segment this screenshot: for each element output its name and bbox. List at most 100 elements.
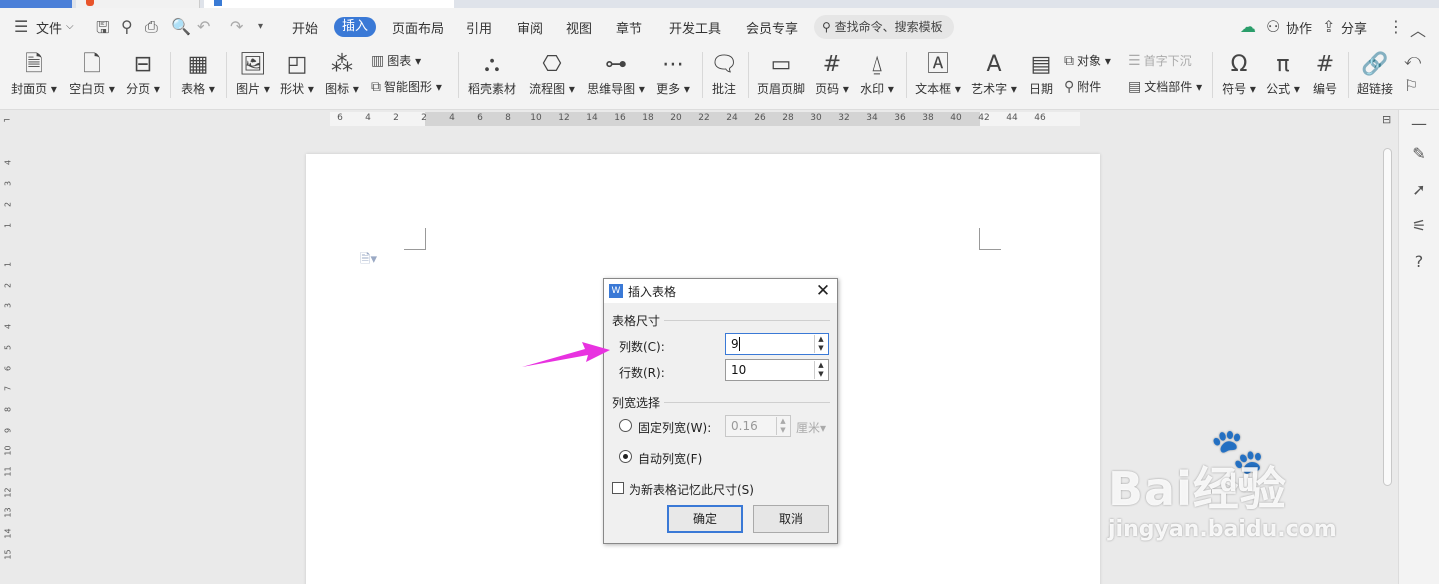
pi-icon: π [1276, 52, 1290, 77]
minus-icon[interactable]: — [1409, 114, 1429, 134]
shape-button[interactable]: ◰ 形状 ▾ [278, 46, 316, 104]
object-button[interactable]: ⧉ 对象 ▾ [1064, 52, 1111, 69]
vertical-scrollbar[interactable] [1380, 130, 1394, 584]
tab-view[interactable]: 视图 [566, 18, 592, 37]
hyperlink-button[interactable]: 🔗 超链接 [1354, 46, 1396, 104]
chart-button[interactable]: ▥ 图表 ▾ [371, 52, 421, 69]
scrollbar-thumb[interactable] [1383, 148, 1392, 486]
material-label: 稻壳素材 [467, 82, 516, 96]
page-break-icon: ⊟ [133, 52, 153, 77]
formula-button[interactable]: π 公式 ▾ [1264, 46, 1302, 104]
mindmap-button[interactable]: ⊶ 思维导图 ▾ [586, 46, 646, 104]
settings-sliders-icon[interactable]: ⚟ [1409, 216, 1429, 236]
rows-value[interactable]: 10 [731, 363, 746, 377]
close-icon[interactable]: ✕ [814, 281, 832, 301]
undo-icon[interactable]: ↶ [197, 17, 210, 36]
textbox-button[interactable]: 🄰 文本框 ▾ [914, 46, 962, 104]
spin-down-icon[interactable]: ▼ [815, 370, 827, 379]
unit-dropdown[interactable]: 厘米▾ [796, 419, 826, 436]
collab-button[interactable]: 协作 [1286, 18, 1312, 37]
cancel-button[interactable]: 取消 [753, 505, 829, 533]
tab-chapter[interactable]: 章节 [616, 18, 642, 37]
auto-width-radio[interactable] [619, 450, 632, 463]
cursor-icon[interactable]: ➚ [1409, 180, 1429, 200]
doc-parts-button[interactable]: ▤ 文档部件 ▾ [1128, 78, 1202, 95]
spin-down-icon[interactable]: ▼ [815, 344, 827, 353]
table-button[interactable]: ▦ 表格 ▾ [178, 46, 218, 104]
attachment-button[interactable]: ⚲ 附件 [1064, 78, 1101, 95]
fixed-width-value[interactable]: 0.16 [731, 419, 758, 433]
symbol-button[interactable]: Ω 符号 ▾ [1220, 46, 1258, 104]
split-view-icon[interactable]: ⊟ [1382, 113, 1391, 126]
icon-button[interactable]: ⁂ 图标 ▾ [322, 46, 362, 104]
material-button[interactable]: ⛬ 稻壳素材 [466, 46, 518, 104]
hamburger-icon[interactable]: ☰ [14, 17, 28, 36]
print-preview-icon[interactable]: 🔍 [171, 17, 191, 36]
collapse-ribbon-icon[interactable]: ︿ [1410, 17, 1426, 41]
spin-up-icon[interactable]: ▲ [777, 417, 789, 426]
columns-value[interactable]: 9 [731, 337, 739, 351]
print-icon[interactable]: ⎙ [145, 17, 158, 37]
horizontal-ruler[interactable]: 6 4 2 2 4 6 8 10 12 14 16 18 20 22 24 26 28 30 32 34 36 38 40 4… [0, 110, 1400, 130]
spin-up-icon[interactable]: ▲ [815, 361, 827, 370]
spin-up-icon[interactable]: ▲ [815, 335, 827, 344]
tab-home[interactable]: 开始 [292, 18, 318, 37]
numbering-button[interactable]: # 编号 [1308, 46, 1342, 104]
picture-button[interactable]: 🖼 图片 ▾ [234, 46, 272, 104]
dialog-title-bar[interactable]: W 插入表格 ✕ [604, 279, 837, 303]
help-icon[interactable]: ? [1409, 252, 1429, 272]
share-button[interactable]: 分享 [1341, 18, 1367, 37]
wps-tab[interactable] [76, 0, 200, 8]
dialog-title: 插入表格 [628, 285, 677, 299]
ruler-tick-label: 32 [838, 113, 850, 123]
rows-stepper[interactable]: 10 ▲ ▼ [725, 359, 829, 381]
more-button[interactable]: ⋯ 更多 ▾ [654, 46, 692, 104]
more-options-icon[interactable]: ⋮ [1388, 17, 1404, 36]
date-button[interactable]: ▤ 日期 [1026, 46, 1056, 104]
flowchart-button[interactable]: ⎔ 流程图 ▾ [528, 46, 576, 104]
redo-icon[interactable]: ↷ [230, 17, 243, 36]
page-number-button[interactable]: # 页码 ▾ [814, 46, 850, 104]
dropcap-button[interactable]: ☰ 首字下沉 [1128, 52, 1192, 69]
format-painter-icon[interactable]: ⚲ [121, 17, 133, 36]
bookmark-icon[interactable]: ⚐ [1404, 76, 1418, 95]
chevron-down-icon[interactable]: ⌵ [66, 21, 74, 32]
table-icon: ▦ [187, 52, 209, 77]
tab-member[interactable]: 会员专享 [746, 18, 798, 37]
file-menu[interactable]: 文件 [36, 18, 62, 37]
vertical-ruler-tick-label: 10 [3, 445, 13, 456]
ruler-tick-label: 40 [950, 113, 962, 123]
watermark-button[interactable]: ⍙ 水印 ▾ [858, 46, 896, 104]
save-icon[interactable]: 🖫 [96, 17, 110, 44]
cloud-sync-icon[interactable]: ☁ [1240, 17, 1256, 36]
tab-page-layout[interactable]: 页面布局 [392, 18, 444, 37]
smartart-button[interactable]: ⧉ 智能图形 ▾ [371, 78, 442, 95]
wps-writer-icon: W [609, 284, 623, 298]
tab-stop-icon[interactable]: ⌐ [3, 116, 11, 126]
document-tab[interactable] [204, 0, 454, 8]
ok-button[interactable]: 确定 [667, 505, 743, 533]
columns-stepper[interactable]: 9 ▲ ▼ [725, 333, 829, 355]
command-search[interactable]: ⚲ 查找命令、搜索模板 [814, 15, 954, 39]
tab-references[interactable]: 引用 [466, 18, 492, 37]
vertical-ruler[interactable]: 4 3 2 1 1 2 3 4 5 6 7 8 9 10 11 12 13 14 15 [0, 130, 16, 584]
home-tab[interactable] [0, 0, 72, 8]
cover-page-button[interactable]: 🗎 封面页 ▾ [10, 46, 58, 104]
quick-access-dropdown-icon[interactable]: ▾ [258, 21, 263, 32]
tab-review[interactable]: 审阅 [517, 18, 543, 37]
remember-size-checkbox[interactable] [612, 482, 624, 494]
tab-insert[interactable]: 插入 [334, 17, 376, 37]
comment-button[interactable]: 🗨 批注 [708, 46, 740, 104]
pen-icon[interactable]: ✎ [1409, 144, 1429, 164]
page-break-button[interactable]: ⊟ 分页 ▾ [124, 46, 162, 104]
header-footer-button[interactable]: ▭ 页眉页脚 [754, 46, 808, 104]
wordart-button[interactable]: A 艺术字 ▾ [970, 46, 1018, 104]
paragraph-options-icon[interactable]: 🗎▾ [360, 250, 377, 272]
spin-down-icon[interactable]: ▼ [777, 426, 789, 435]
fixed-width-radio[interactable] [619, 419, 632, 432]
crossref-icon[interactable]: ⤺ [1404, 50, 1421, 70]
table-label: 表格 [181, 82, 206, 96]
blank-page-button[interactable]: 🗋 空白页 ▾ [68, 46, 116, 104]
tab-developer[interactable]: 开发工具 [669, 18, 721, 37]
fixed-width-stepper[interactable]: 0.16 ▲ ▼ [725, 415, 791, 437]
